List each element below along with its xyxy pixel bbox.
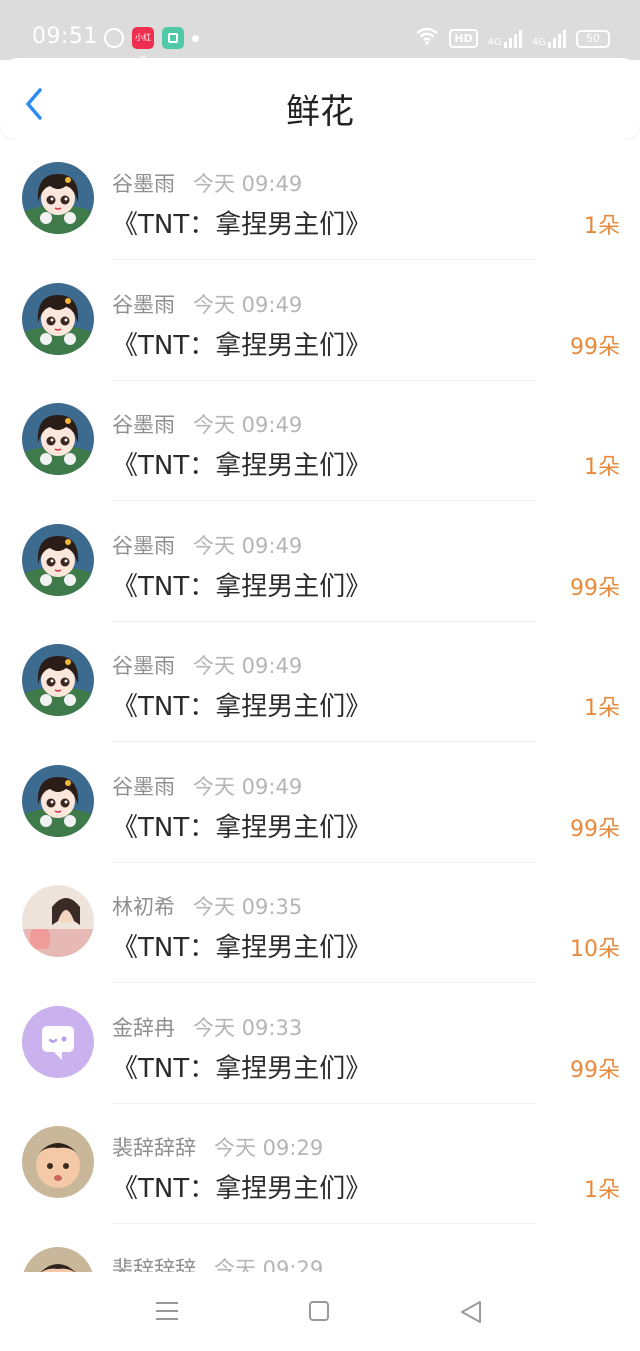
sender-name-text: 金辞冉 [112,1015,175,1040]
sender-name: 谷墨雨 今天 09:49 [112,771,302,801]
book-title: 《TNT：拿捏男主们》 [112,692,372,722]
list-item[interactable]: 金辞冉 今天 09:33 《TNT：拿捏男主们》 99朵 [0,984,640,1104]
list-item[interactable]: 裴辞辞辞今天 09:29《TNT：拿捏男主们》 [0,1225,640,1273]
flower-count: 1朵 [584,696,620,721]
list-item[interactable]: 谷墨雨 今天 09:49 《TNT：拿捏男主们》 1朵 [0,140,640,260]
timestamp: 今天 09:49 [193,533,303,558]
timestamp: 今天 09:49 [193,654,303,678]
green-app-icon [162,27,184,49]
sender-name-text: 裴辞辞辞 [112,1136,196,1160]
system-icons: HD 4G 4G 50 [415,26,610,51]
sender-name: 金辞冉 今天 09:33 [112,1012,302,1042]
avatar[interactable] [22,885,94,957]
flower-count: 1朵 [584,455,620,480]
sender-name-text: 谷墨雨 [112,413,175,437]
signal-label: 4G [487,36,502,48]
flower-count: 1朵 [584,214,620,239]
system-navigation-bar [0,1272,640,1351]
signal-label-2: 4G [531,36,546,48]
book-title: 《TNT：拿捏男主们》 [112,1174,372,1204]
sender-name-text: 谷墨雨 [112,654,175,678]
wifi-icon [415,26,439,51]
flower-count: 1朵 [584,1178,620,1203]
notification-icons: 小红书 [104,27,199,64]
menu-icon[interactable] [156,1302,178,1320]
flower-count: 99朵 [570,816,620,842]
hd-icon: HD [449,29,478,48]
sender-name-text: 谷墨雨 [112,172,175,196]
page-title: 鲜花 [286,92,354,132]
avatar[interactable] [22,523,94,596]
battery-icon: 50 [576,29,610,48]
avatar[interactable] [22,1126,94,1198]
list-item[interactable]: 林初希 今天 09:35 《TNT：拿捏男主们》 10朵 [0,863,640,983]
avatar[interactable] [22,764,94,837]
book-title: 《TNT：拿捏男主们》 [112,330,372,361]
avatar[interactable] [22,1005,94,1078]
signal-icon-2: 4G [531,29,566,48]
back-triangle-icon[interactable] [458,1300,484,1324]
sender-name: 裴辞辞辞 今天 09:29 [112,1253,323,1273]
avatar[interactable] [22,644,94,716]
status-bar: 09:51 小红书 HD 4G 4G 50 [0,0,640,64]
flower-count: 99朵 [570,1057,620,1083]
list-item[interactable]: 谷墨雨 今天 09:49 《TNT：拿捏男主们》 1朵 [0,622,640,742]
flower-list: 谷墨雨 今天 09:49 《TNT：拿捏男主们》 1朵 谷墨雨 今天 09:49 《TNT：… [0,140,640,1272]
flower-count: 99朵 [570,334,620,360]
avatar[interactable] [22,282,94,355]
avatar[interactable] [22,1246,94,1272]
avatar[interactable] [22,403,94,475]
timestamp: 今天 09:49 [193,774,303,799]
music-app-icon [104,28,124,48]
timestamp: 今天 09:49 [193,292,303,317]
flower-count: 99朵 [570,575,620,601]
sender-name: 谷墨雨 今天 09:49 [112,650,302,680]
timestamp: 今天 09:35 [193,895,303,919]
flower-count: 10朵 [570,937,620,962]
sender-name: 谷墨雨 今天 09:49 [112,289,302,319]
sender-name-text: 谷墨雨 [112,774,175,799]
sender-name-text: 谷墨雨 [112,292,175,317]
signal-icon: 4G [487,29,522,48]
list-item[interactable]: 谷墨雨 今天 09:49 《TNT：拿捏男主们》 99朵 [0,502,640,622]
home-icon[interactable] [309,1301,329,1321]
timestamp: 今天 09:29 [214,1256,324,1273]
timestamp: 今天 09:33 [193,1015,303,1040]
status-time: 09:51 [32,24,98,49]
more-dot-icon [192,34,199,42]
sender-name: 裴辞辞辞 今天 09:29 [112,1132,323,1162]
header-bar: 鲜花 [0,58,640,140]
timestamp: 今天 09:29 [214,1136,324,1160]
sender-name: 林初希 今天 09:35 [112,891,302,921]
sender-name: 谷墨雨 今天 09:49 [112,409,302,439]
sender-name-text: 林初希 [112,895,175,919]
book-title: 《TNT：拿捏男主们》 [112,812,372,843]
sender-name: 谷墨雨 今天 09:49 [112,168,302,198]
book-title: 《TNT：拿捏男主们》 [112,1053,372,1084]
sender-name-text: 谷墨雨 [112,533,175,558]
book-title: 《TNT：拿捏男主们》 [112,210,372,240]
book-title: 《TNT：拿捏男主们》 [112,451,372,481]
sender-name: 谷墨雨 今天 09:49 [112,530,302,560]
avatar[interactable] [22,162,94,234]
list-item[interactable]: 裴辞辞辞 今天 09:29 《TNT：拿捏男主们》 1朵 [0,1104,640,1224]
xiaohongshu-icon: 小红书 [132,27,154,64]
sender-name-text: 裴辞辞辞 [112,1256,196,1273]
book-title: 《TNT：拿捏男主们》 [112,571,372,602]
timestamp: 今天 09:49 [193,172,303,196]
list-item[interactable]: 谷墨雨 今天 09:49 《TNT：拿捏男主们》 1朵 [0,381,640,501]
list-item[interactable]: 谷墨雨 今天 09:49 《TNT：拿捏男主们》 99朵 [0,743,640,863]
list-item[interactable]: 谷墨雨 今天 09:49 《TNT：拿捏男主们》 99朵 [0,261,640,381]
book-title: 《TNT：拿捏男主们》 [112,933,372,963]
timestamp: 今天 09:49 [193,413,303,437]
